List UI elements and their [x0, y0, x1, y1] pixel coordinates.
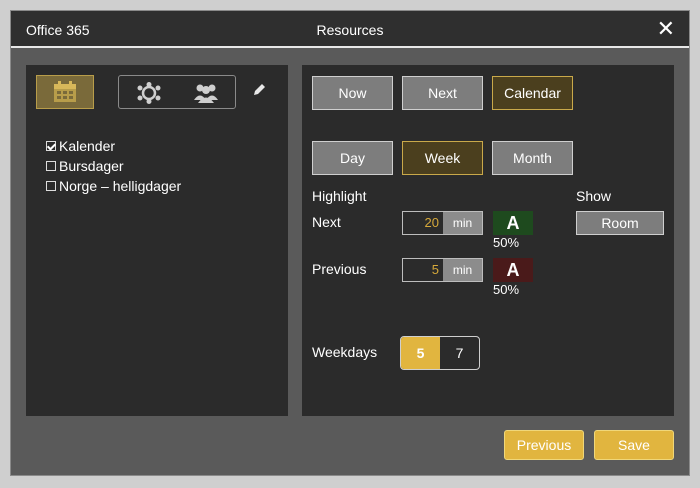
close-icon[interactable]: ✕: [657, 17, 675, 41]
checkbox[interactable]: [46, 161, 56, 171]
calendar-item-label: Bursdager: [59, 158, 124, 174]
title-bar: Office 365 Resources ✕: [11, 11, 689, 48]
checkbox[interactable]: [46, 181, 56, 191]
room-button[interactable]: Room: [576, 211, 664, 235]
calendar-view-button[interactable]: [36, 75, 94, 109]
dialog-title: Resources: [316, 22, 384, 38]
next-label: Next: [312, 214, 341, 230]
weekdays-option-5[interactable]: 5: [401, 337, 440, 369]
weekdays-label: Weekdays: [312, 344, 378, 360]
calendar-button[interactable]: Calendar: [492, 76, 573, 110]
calendar-item-label: Kalender: [59, 138, 116, 154]
unit-label: min: [443, 212, 482, 234]
pencil-icon[interactable]: [252, 83, 266, 97]
calendar-list: Kalender Bursdager Norge – helligdager: [46, 136, 181, 196]
calendar-item-helligdager[interactable]: Norge – helligdager: [46, 176, 181, 196]
meeting-room-icon[interactable]: [136, 82, 162, 104]
previous-label: Previous: [312, 261, 367, 277]
resources-dialog: Office 365 Resources ✕ Kalender Bursdage…: [10, 10, 690, 476]
weekdays-option-7[interactable]: 7: [440, 337, 479, 369]
previous-minutes-field[interactable]: 5 min: [402, 258, 483, 282]
previous-color-swatch[interactable]: A: [493, 258, 533, 282]
previous-opacity: 50%: [493, 282, 520, 297]
resource-type-group: [118, 75, 236, 109]
week-button[interactable]: Week: [402, 141, 483, 175]
save-button[interactable]: Save: [594, 430, 674, 460]
checkbox[interactable]: [46, 141, 56, 151]
previous-button[interactable]: Previous: [504, 430, 584, 460]
calendar-list-panel: Kalender Bursdager Norge – helligdager: [26, 65, 288, 416]
people-icon[interactable]: [193, 82, 219, 104]
highlight-heading: Highlight: [312, 188, 367, 204]
next-minutes-field[interactable]: 20 min: [402, 211, 483, 235]
now-button[interactable]: Now: [312, 76, 393, 110]
weekdays-toggle: 5 7: [400, 336, 480, 370]
next-color-swatch[interactable]: A: [493, 211, 533, 235]
calendar-item-kalender[interactable]: Kalender: [46, 136, 181, 156]
calendar-item-bursdager[interactable]: Bursdager: [46, 156, 181, 176]
unit-label: min: [443, 259, 482, 281]
next-minutes-value[interactable]: 20: [403, 212, 443, 234]
day-button[interactable]: Day: [312, 141, 393, 175]
calendar-item-label: Norge – helligdager: [59, 178, 182, 194]
settings-panel: Now Next Calendar Day Week Month Highlig…: [302, 65, 674, 416]
next-button[interactable]: Next: [402, 76, 483, 110]
calendar-icon: [54, 81, 76, 102]
next-opacity: 50%: [493, 235, 520, 250]
show-heading: Show: [576, 188, 612, 204]
previous-minutes-value[interactable]: 5: [403, 259, 443, 281]
month-button[interactable]: Month: [492, 141, 573, 175]
